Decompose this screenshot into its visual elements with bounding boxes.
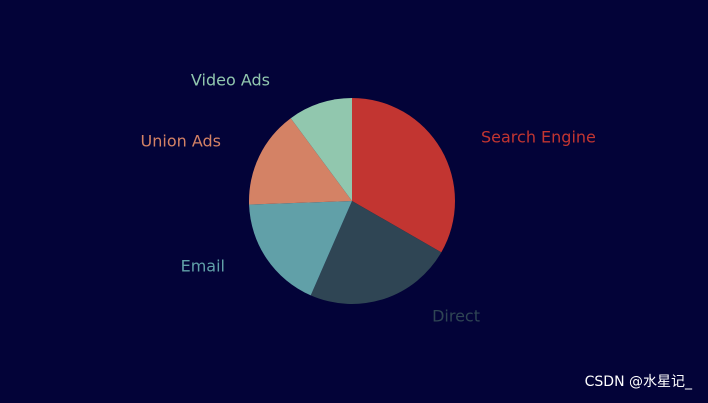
pie-label-direct: Direct [432, 307, 480, 326]
csdn-watermark: CSDN @水星记_ [584, 374, 692, 390]
pie-label-video-ads: Video Ads [191, 71, 270, 90]
pie-label-email: Email [181, 257, 225, 276]
pie-label-search-engine: Search Engine [481, 128, 596, 147]
pie-label-union-ads: Union Ads [141, 132, 221, 151]
pie-chart: Search Engine Direct Email Union Ads Video A… [141, 71, 596, 326]
